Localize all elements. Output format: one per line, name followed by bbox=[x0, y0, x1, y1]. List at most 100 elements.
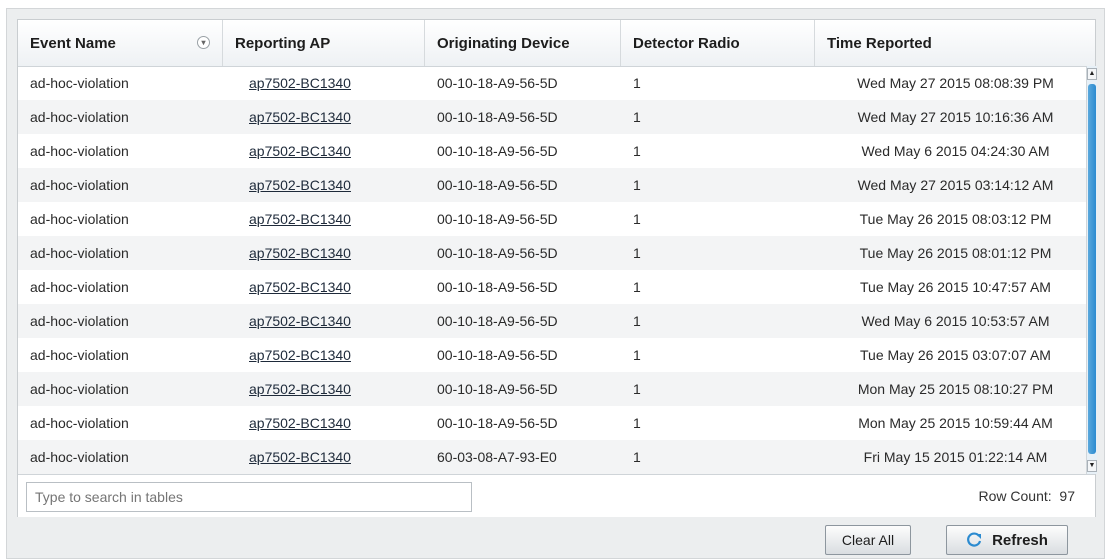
time-reported-text: Tue May 26 2015 08:03:12 PM bbox=[859, 211, 1052, 227]
cell-reporting-ap-link[interactable]: ap7502-BC1340 bbox=[223, 304, 425, 338]
cell-originating-device: 00-10-18-A9-56-5D bbox=[437, 177, 558, 193]
table-row[interactable]: ad-hoc-violation ap7502-BC1340 00-10-18-A9… bbox=[18, 304, 1086, 338]
cell-event-name: ad-hoc-violation bbox=[30, 177, 129, 193]
table-row[interactable]: ad-hoc-violation ap7502-BC1340 00-10-18-A9… bbox=[18, 236, 1086, 270]
time-reported-text: Mon May 25 2015 10:59:44 AM bbox=[858, 415, 1053, 431]
clear-all-button[interactable]: Clear All bbox=[825, 525, 911, 555]
time-reported-text: Wed May 6 2015 10:53:57 AM bbox=[861, 313, 1050, 329]
row-count-value: 97 bbox=[1059, 488, 1075, 504]
column-header-originating-device[interactable]: Originating Device bbox=[425, 20, 621, 66]
column-header-time-reported[interactable]: Time Reported bbox=[815, 20, 1086, 66]
table-body: ad-hoc-violation ap7502-BC1340 00-10-18-A9… bbox=[18, 66, 1086, 474]
scrollbar-thumb[interactable] bbox=[1088, 84, 1096, 454]
cell-reporting-ap-link[interactable]: ap7502-BC1340 bbox=[223, 236, 425, 270]
cell-detector-radio: 1 bbox=[633, 449, 641, 465]
time-reported-text: Wed May 27 2015 08:08:39 PM bbox=[857, 75, 1054, 91]
cell-reporting-ap-link[interactable]: ap7502-BC1340 bbox=[223, 406, 425, 440]
cell-event-name: ad-hoc-violation bbox=[30, 449, 129, 465]
cell-event-name: ad-hoc-violation bbox=[30, 245, 129, 261]
refresh-icon bbox=[967, 532, 982, 547]
cell-event-name: ad-hoc-violation bbox=[30, 381, 129, 397]
events-table-panel: Event Name ▾ Reporting AP Originating De… bbox=[17, 19, 1097, 517]
cell-detector-radio: 1 bbox=[633, 347, 641, 363]
cell-detector-radio: 1 bbox=[633, 75, 641, 91]
cell-originating-device: 00-10-18-A9-56-5D bbox=[437, 415, 558, 431]
cell-originating-device: 00-10-18-A9-56-5D bbox=[437, 211, 558, 227]
cell-time-reported: Wed May 27 2015 03:14:12 AM bbox=[815, 168, 1086, 202]
clear-all-label: Clear All bbox=[841, 532, 895, 548]
cell-event-name: ad-hoc-violation bbox=[30, 313, 129, 329]
table-row[interactable]: ad-hoc-violation ap7502-BC1340 00-10-18-A9… bbox=[18, 202, 1086, 236]
refresh-button[interactable]: Refresh bbox=[946, 525, 1068, 555]
table-row[interactable]: ad-hoc-violation ap7502-BC1340 00-10-18-A9… bbox=[18, 406, 1086, 440]
cell-reporting-ap-link[interactable]: ap7502-BC1340 bbox=[223, 66, 425, 100]
column-header-detector-radio[interactable]: Detector Radio bbox=[621, 20, 815, 66]
cell-detector-radio: 1 bbox=[633, 313, 641, 329]
cell-time-reported: Mon May 25 2015 08:10:27 PM bbox=[815, 372, 1086, 406]
table-row[interactable]: ad-hoc-violation ap7502-BC1340 00-10-18-A9… bbox=[18, 338, 1086, 372]
cell-originating-device: 00-10-18-A9-56-5D bbox=[437, 75, 558, 91]
time-reported-text: Fri May 15 2015 01:22:14 AM bbox=[863, 449, 1048, 465]
table-header: Event Name ▾ Reporting AP Originating De… bbox=[18, 20, 1095, 67]
chevron-down-icon[interactable]: ▼ bbox=[1087, 460, 1097, 472]
table-row[interactable]: ad-hoc-violation ap7502-BC1340 00-10-18-A9… bbox=[18, 372, 1086, 406]
cell-detector-radio: 1 bbox=[633, 381, 641, 397]
cell-time-reported: Mon May 25 2015 10:59:44 AM bbox=[815, 406, 1086, 440]
cell-reporting-ap-link[interactable]: ap7502-BC1340 bbox=[223, 372, 425, 406]
cell-detector-radio: 1 bbox=[633, 143, 641, 159]
column-header-reporting-ap[interactable]: Reporting AP bbox=[223, 20, 425, 66]
row-count: Row Count: 97 bbox=[978, 488, 1075, 504]
table-search-input[interactable] bbox=[26, 482, 472, 512]
time-reported-text: Mon May 25 2015 08:10:27 PM bbox=[857, 381, 1054, 397]
table-row[interactable]: ad-hoc-violation ap7502-BC1340 00-10-18-A9… bbox=[18, 270, 1086, 304]
cell-detector-radio: 1 bbox=[633, 177, 641, 193]
cell-time-reported: Wed May 6 2015 10:53:57 AM bbox=[815, 304, 1086, 338]
cell-detector-radio: 1 bbox=[633, 245, 641, 261]
table-row[interactable]: ad-hoc-violation ap7502-BC1340 60-03-08-A7… bbox=[18, 440, 1086, 474]
cell-reporting-ap-link[interactable]: ap7502-BC1340 bbox=[223, 100, 425, 134]
cell-reporting-ap-link[interactable]: ap7502-BC1340 bbox=[223, 440, 425, 474]
column-header-event-name[interactable]: Event Name ▾ bbox=[18, 20, 223, 66]
cell-event-name: ad-hoc-violation bbox=[30, 109, 129, 125]
table-row[interactable]: ad-hoc-violation ap7502-BC1340 00-10-18-A9… bbox=[18, 168, 1086, 202]
cell-reporting-ap-link[interactable]: ap7502-BC1340 bbox=[223, 270, 425, 304]
cell-time-reported: Wed May 27 2015 10:16:36 AM bbox=[815, 100, 1086, 134]
table-row[interactable]: ad-hoc-violation ap7502-BC1340 00-10-18-A9… bbox=[18, 66, 1086, 100]
cell-event-name: ad-hoc-violation bbox=[30, 279, 129, 295]
chevron-up-icon[interactable]: ▲ bbox=[1087, 68, 1097, 80]
cell-event-name: ad-hoc-violation bbox=[30, 211, 129, 227]
cell-detector-radio: 1 bbox=[633, 415, 641, 431]
time-reported-text: Tue May 26 2015 10:47:57 AM bbox=[860, 279, 1051, 295]
cell-time-reported: Tue May 26 2015 03:07:07 AM bbox=[815, 338, 1086, 372]
table-row[interactable]: ad-hoc-violation ap7502-BC1340 00-10-18-A9… bbox=[18, 134, 1086, 168]
cell-reporting-ap-link[interactable]: ap7502-BC1340 bbox=[223, 202, 425, 236]
cell-time-reported: Tue May 26 2015 08:01:12 PM bbox=[815, 236, 1086, 270]
vertical-scrollbar[interactable]: ▲ ▼ bbox=[1086, 66, 1097, 474]
cell-reporting-ap-link[interactable]: ap7502-BC1340 bbox=[223, 134, 425, 168]
column-header-label: Time Reported bbox=[827, 34, 932, 52]
cell-event-name: ad-hoc-violation bbox=[30, 415, 129, 431]
table-footer: Row Count: 97 bbox=[18, 474, 1095, 517]
time-reported-text: Tue May 26 2015 03:07:07 AM bbox=[860, 347, 1051, 363]
cell-originating-device: 00-10-18-A9-56-5D bbox=[437, 381, 558, 397]
time-reported-text: Wed May 27 2015 03:14:12 AM bbox=[857, 177, 1054, 193]
cell-event-name: ad-hoc-violation bbox=[30, 347, 129, 363]
time-reported-text: Wed May 6 2015 04:24:30 AM bbox=[861, 143, 1050, 159]
table-row[interactable]: ad-hoc-violation ap7502-BC1340 00-10-18-A9… bbox=[18, 100, 1086, 134]
column-header-label: Event Name bbox=[30, 34, 116, 52]
cell-reporting-ap-link[interactable]: ap7502-BC1340 bbox=[223, 338, 425, 372]
row-count-label: Row Count: bbox=[978, 488, 1052, 504]
column-header-label: Reporting AP bbox=[235, 34, 331, 52]
cell-originating-device: 00-10-18-A9-56-5D bbox=[437, 279, 558, 295]
column-header-label: Originating Device bbox=[437, 34, 570, 52]
cell-detector-radio: 1 bbox=[633, 279, 641, 295]
cell-originating-device: 00-10-18-A9-56-5D bbox=[437, 245, 558, 261]
cell-originating-device: 00-10-18-A9-56-5D bbox=[437, 109, 558, 125]
cell-reporting-ap-link[interactable]: ap7502-BC1340 bbox=[223, 168, 425, 202]
cell-originating-device: 60-03-08-A7-93-E0 bbox=[437, 449, 557, 465]
cell-originating-device: 00-10-18-A9-56-5D bbox=[437, 143, 558, 159]
sort-toggle-icon[interactable]: ▾ bbox=[197, 36, 210, 49]
cell-time-reported: Tue May 26 2015 08:03:12 PM bbox=[815, 202, 1086, 236]
cell-event-name: ad-hoc-violation bbox=[30, 75, 129, 91]
time-reported-text: Tue May 26 2015 08:01:12 PM bbox=[859, 245, 1052, 261]
